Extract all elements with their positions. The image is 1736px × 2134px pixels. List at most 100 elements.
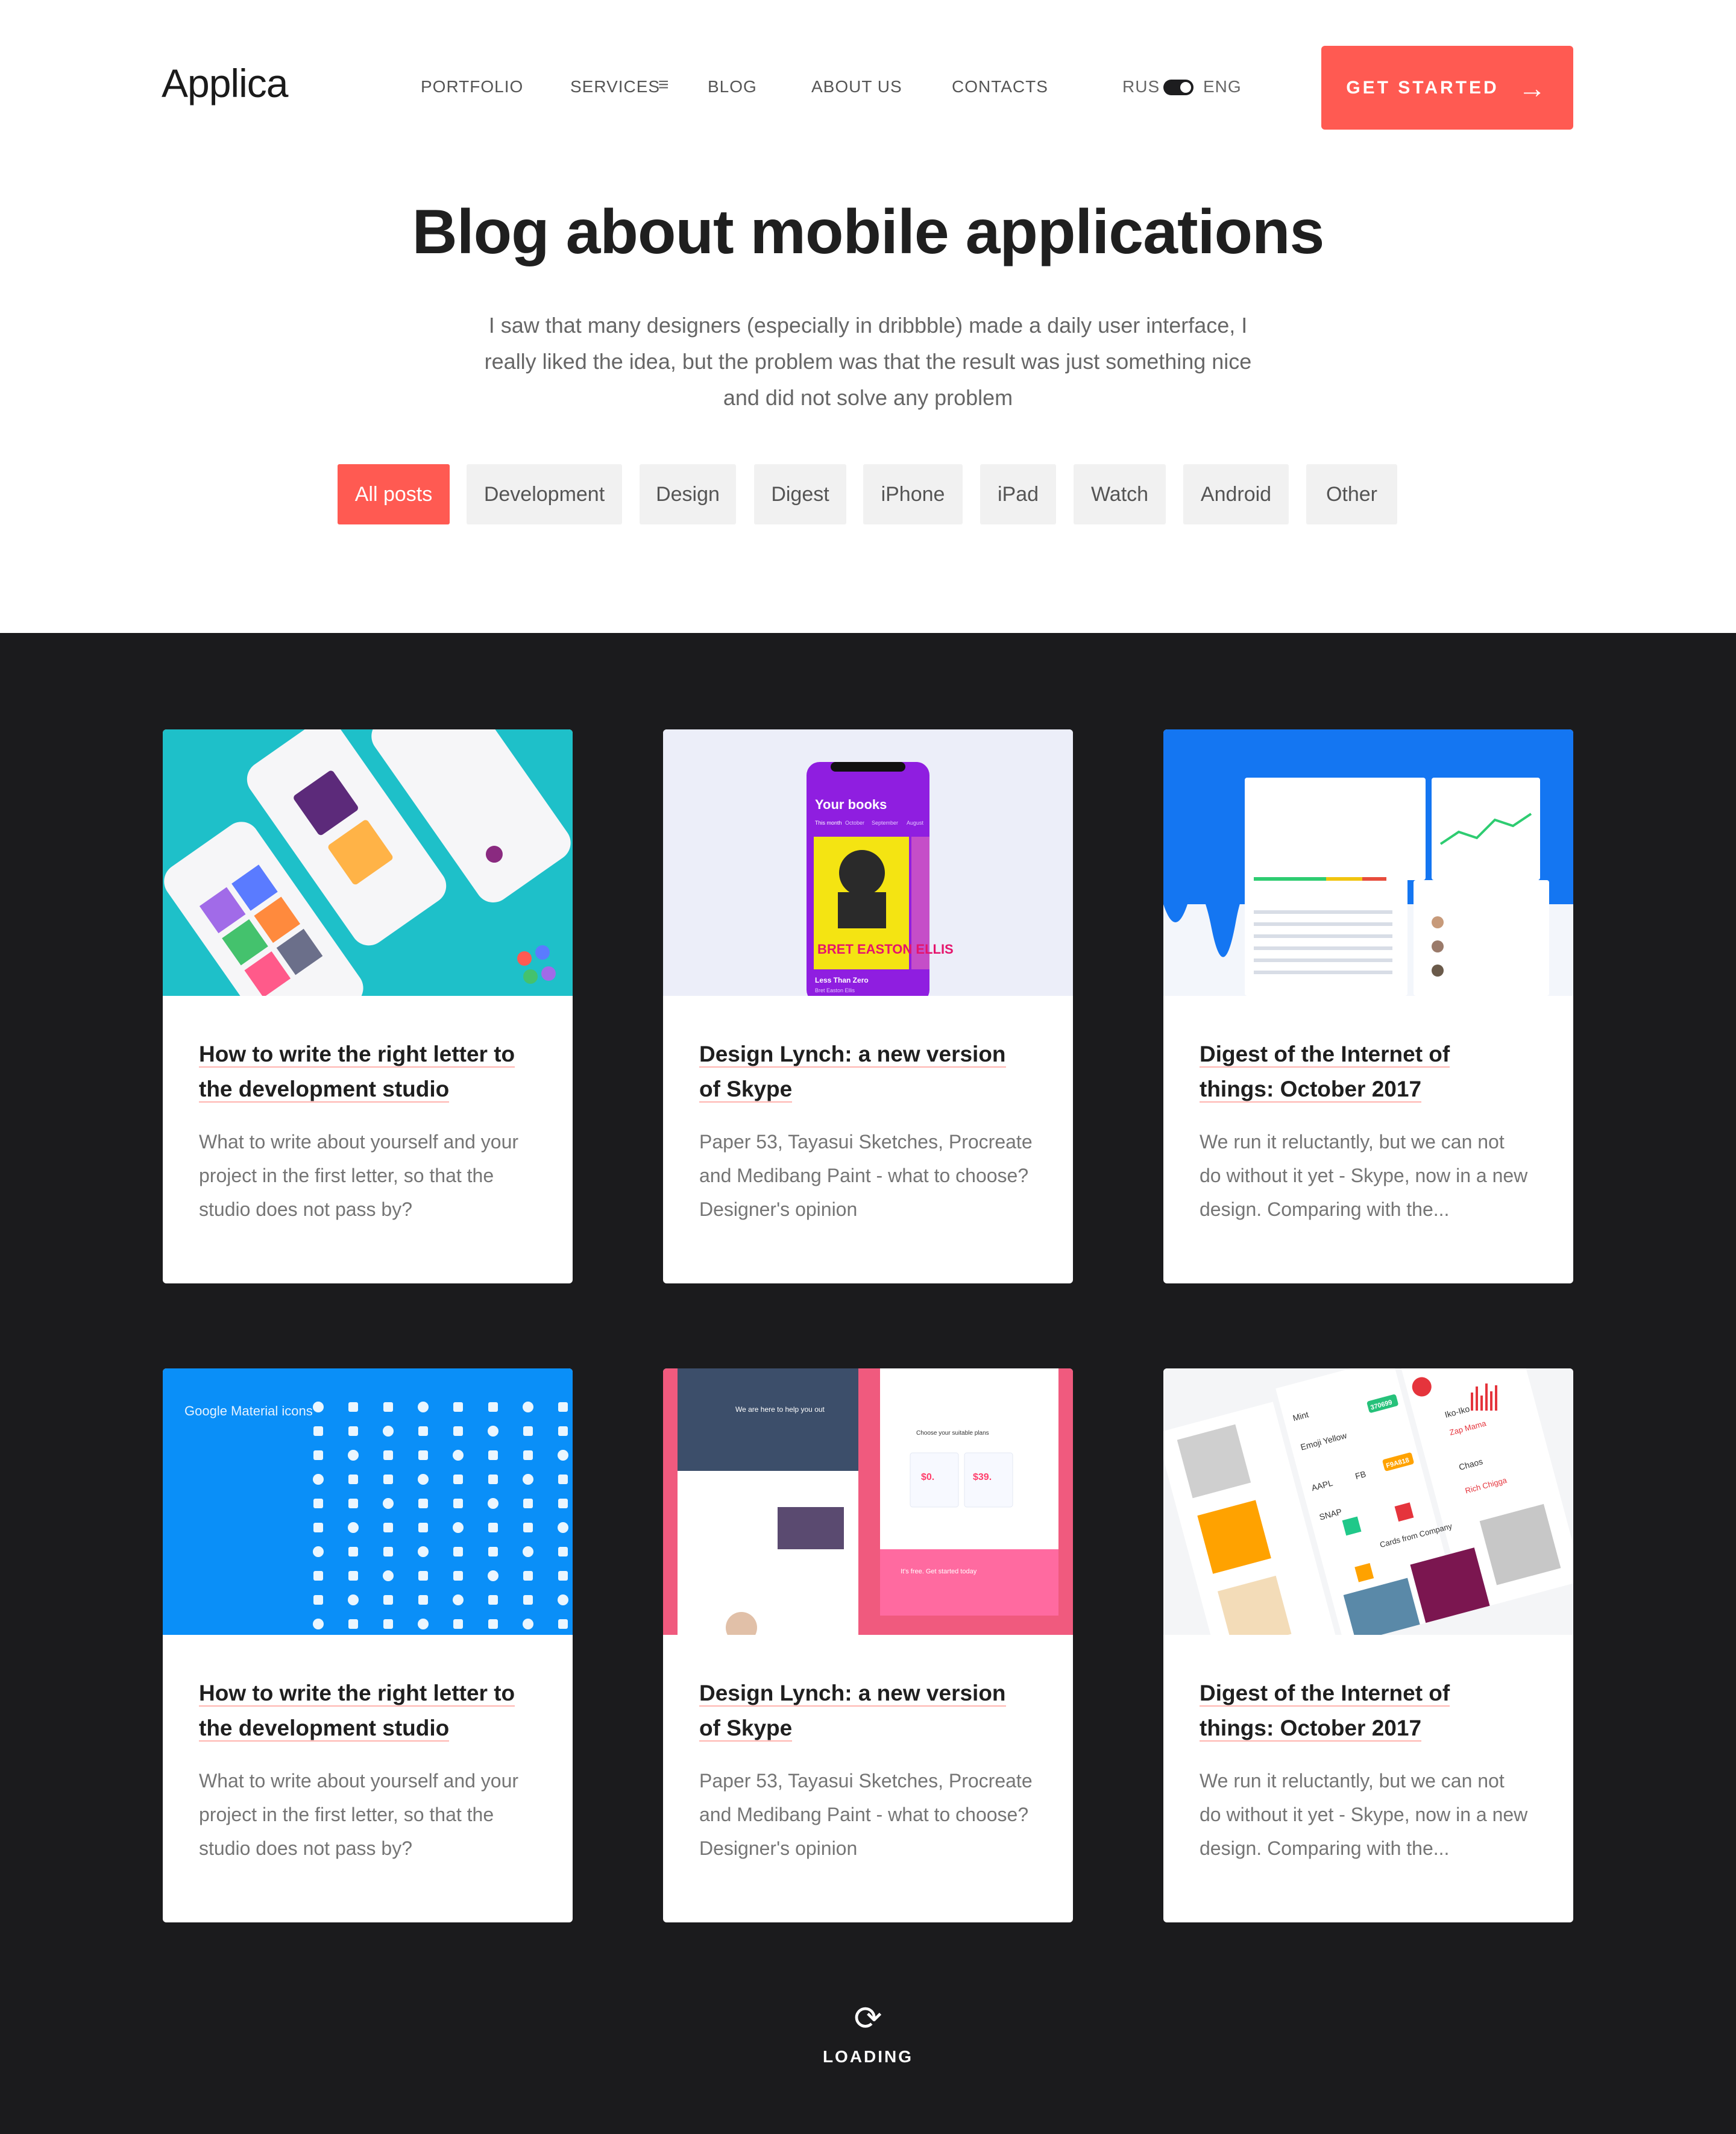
nav-services[interactable]: SERVICES [570,77,660,96]
refresh-icon: ⟳ [854,1999,882,2037]
material-icon [348,1522,359,1533]
post-title-line: the development studio [199,1716,450,1742]
material-icon [558,1547,568,1556]
material-icon [523,1523,533,1532]
post-title-line: How to write the right letter to [199,1681,515,1707]
filter-ipad[interactable]: iPad [980,464,1056,524]
subtitle-line: and did not solve any problem [723,385,1013,410]
post-title-line: of Skype [699,1077,793,1103]
post-title[interactable]: Design Lynch: a new version of Skype [699,1676,1043,1746]
nav-portfolio[interactable]: PORTFOLIO [421,77,523,96]
filter-development[interactable]: Development [467,464,622,524]
post-excerpt-line: We run it reluctantly, but we can not [1200,1131,1505,1153]
post-card[interactable]: Mint Emoji Yellow AAPL SNAP FB Cards fro… [1163,1368,1573,1922]
material-icon [418,1426,428,1436]
material-icon [453,1475,463,1484]
material-icon [453,1426,463,1436]
page-title: Blog about mobile applications [412,197,1325,267]
material-icon [453,1571,463,1581]
material-icon [418,1595,428,1605]
nav-blog[interactable]: BLOG [708,77,757,96]
nav-about-us[interactable]: ABOUT US [811,77,902,96]
post-image [163,729,573,996]
language-toggle[interactable] [1163,80,1194,95]
material-icon [313,1474,324,1485]
material-icon [453,1499,463,1508]
material-icon [523,1402,533,1412]
material-icon [418,1546,429,1557]
post-title[interactable]: How to write the right letter to the dev… [199,1037,542,1107]
menu-icon[interactable]: ≡ [658,75,669,95]
books-heading: Your books [815,797,887,812]
filter-all-posts[interactable]: All posts [338,464,450,524]
material-icon [558,1475,568,1484]
material-icon [348,1499,358,1508]
filter-design[interactable]: Design [640,464,736,524]
post-title[interactable]: Digest of the Internet of things: Octobe… [1200,1037,1543,1107]
material-icon [523,1571,533,1581]
material-icon [313,1523,323,1532]
get-started-button[interactable]: GET STARTED → [1321,46,1573,130]
material-icon [453,1402,463,1412]
lang-eng[interactable]: ENG [1203,77,1242,96]
filter-other[interactable]: Other [1306,464,1397,524]
page-subtitle: I saw that many designers (especially in… [458,307,1278,416]
material-icon [453,1619,463,1629]
material-icon [313,1450,323,1460]
filter-digest[interactable]: Digest [754,464,846,524]
material-icon [383,1402,393,1412]
material-icon [488,1595,498,1605]
post-title-line: Design Lynch: a new version [699,1042,1006,1068]
post-title[interactable]: Digest of the Internet of things: Octobe… [1200,1676,1543,1746]
material-icon [383,1570,394,1581]
material-icon [383,1547,393,1556]
post-title[interactable]: Design Lynch: a new version of Skype [699,1037,1043,1107]
filter-android[interactable]: Android [1183,464,1289,524]
nav-contacts[interactable]: CONTACTS [952,77,1048,96]
material-icon [488,1570,498,1581]
material-icon [418,1571,428,1581]
material-icon [453,1547,463,1556]
post-card[interactable]: Digest of the Internet of things: Octobe… [1163,729,1573,1283]
material-icon [488,1619,498,1629]
post-card[interactable]: Your books This month October September … [663,729,1073,1283]
post-excerpt: What to write about yourself and your pr… [199,1125,542,1226]
material-icon [348,1619,358,1629]
post-excerpt: We run it reluctantly, but we can not do… [1200,1125,1543,1226]
post-title-line: of Skype [699,1716,793,1742]
subtitle-line: I saw that many designers (especially in… [488,313,1248,338]
material-icon [558,1450,568,1461]
post-image: Your books This month October September … [663,729,1073,996]
post-image [1163,729,1573,996]
mock-plans-text: Choose your suitable plans [916,1430,989,1437]
logo[interactable]: Applica [162,60,288,106]
get-started-label: GET STARTED [1346,77,1499,98]
books-tab: August [907,820,924,826]
post-card[interactable]: We are here to help you out Choose your … [663,1368,1073,1922]
material-icon [313,1571,323,1581]
category-filters: All posts Development Design Digest iPho… [0,464,1736,524]
post-excerpt-line: design. Comparing with the... [1200,1198,1450,1220]
post-title[interactable]: How to write the right letter to the dev… [199,1676,542,1746]
material-icon [558,1426,568,1436]
material-icon [558,1402,568,1412]
loading-indicator[interactable]: ⟳ LOADING [0,2001,1736,2066]
post-card[interactable]: Google Material icons How to write the r… [163,1368,573,1922]
books-tab: October [845,820,864,826]
material-icon [453,1522,464,1533]
material-icon [418,1402,429,1412]
post-excerpt-line: Paper 53, Tayasui Sketches, Procreate [699,1770,1033,1792]
material-icon [383,1523,393,1532]
filter-watch[interactable]: Watch [1074,464,1166,524]
book-author: Bret Easton Ellis [815,987,855,993]
filter-iphone[interactable]: iPhone [863,464,963,524]
material-icon [418,1523,428,1532]
post-card[interactable]: How to write the right letter to the dev… [163,729,573,1283]
post-excerpt-line: Designer's opinion [699,1837,858,1859]
material-icon [488,1402,498,1412]
material-icon [418,1474,429,1485]
mock-cta-text: It's free. Get started today [901,1568,977,1575]
post-excerpt-line: Designer's opinion [699,1198,858,1220]
post-excerpt-line: Paper 53, Tayasui Sketches, Procreate [699,1131,1033,1153]
lang-rus[interactable]: RUS [1122,77,1160,96]
